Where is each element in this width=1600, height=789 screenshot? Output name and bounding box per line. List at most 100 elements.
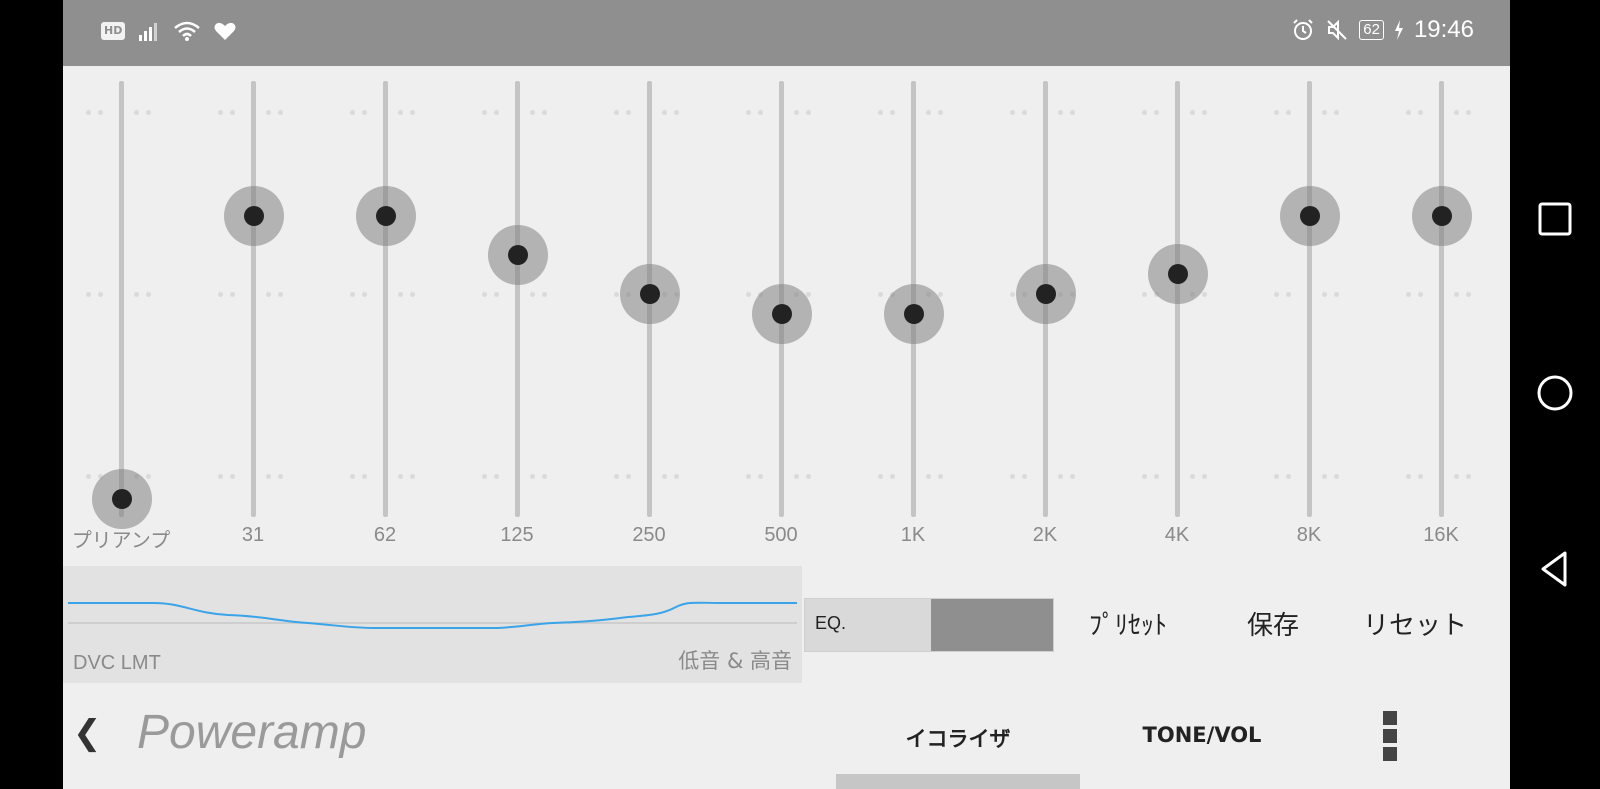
alarm-icon (1293, 19, 1313, 40)
eq-grid-dots (63, 292, 181, 298)
eq-band-label: 1K (900, 524, 926, 546)
eq-slider-knob[interactable] (752, 283, 812, 344)
eq-slider-knob[interactable] (92, 468, 152, 529)
eq-grid-dots (457, 110, 577, 116)
eq-slider-track[interactable] (515, 81, 520, 517)
eq-slider-track[interactable] (119, 81, 124, 517)
eq-slider-knob[interactable] (1280, 185, 1340, 246)
eq-grid-dots (1117, 110, 1237, 116)
eq-grid-dots (1381, 110, 1501, 116)
eq-grid-dots (193, 474, 313, 480)
eq-slider-track[interactable] (251, 81, 256, 517)
eq-grid-dots (985, 110, 1105, 116)
eq-grid-dots (589, 474, 709, 480)
eq-band-8K: 8K (1249, 66, 1369, 566)
eq-grid-dots (1381, 292, 1501, 298)
eq-band-label: 8K (1296, 524, 1322, 546)
mute-icon (1327, 19, 1347, 41)
eq-grid-dots (853, 110, 973, 116)
tab-tone-vol[interactable]: TONE/VOL (1080, 723, 1324, 747)
eq-grid-dots (457, 292, 577, 298)
eq-band-250: 250 (589, 66, 709, 566)
eq-grid-dots (589, 110, 709, 116)
eq-grid-dots (1249, 292, 1369, 298)
eq-slider-track[interactable] (383, 81, 388, 517)
eq-grid-dots (1381, 474, 1501, 480)
eq-band-2K: 2K (985, 66, 1105, 566)
eq-band-label: 125 (500, 524, 534, 546)
signal-icon (139, 23, 158, 41)
eq-slider-knob[interactable] (884, 283, 944, 344)
status-right-icons: 62 19:46 (1291, 16, 1474, 44)
reset-button[interactable]: リセット (1350, 605, 1480, 642)
charging-icon (1394, 20, 1403, 40)
status-left-icons: HD (101, 20, 237, 42)
eq-band-label: プリアンプ (71, 530, 171, 552)
eq-grid-dots (325, 474, 445, 480)
bottom-bar: ❮ Poweramp イコライザ TONE/VOL (63, 683, 1510, 789)
eq-band-125: 125 (457, 66, 577, 566)
eq-band-31: 31 (193, 66, 313, 566)
eq-slider-track[interactable] (1439, 81, 1444, 517)
eq-slider-knob[interactable] (620, 264, 680, 324)
eq-grid-dots (457, 474, 577, 480)
eq-grid-dots (721, 110, 841, 116)
eq-band-label: 31 (241, 524, 265, 546)
eq-band-label: 250 (632, 524, 666, 546)
clock: 19:46 (1413, 16, 1474, 43)
eq-curve-line (68, 601, 797, 629)
home-icon[interactable] (1532, 370, 1578, 416)
eq-band-16K: 16K (1381, 66, 1501, 566)
eq-slider-knob[interactable] (356, 185, 416, 246)
eq-band-label: 2K (1032, 524, 1058, 546)
heart-icon (214, 22, 236, 40)
more-vertical-icon[interactable] (1381, 711, 1399, 763)
eq-slider-track[interactable] (1307, 81, 1312, 517)
app-screen: HD 62 19:46 プリアンプ 31 62 125 250 500 1K 2… (63, 0, 1510, 789)
recents-icon[interactable] (1532, 196, 1578, 242)
eq-toggle-thumb (931, 599, 1053, 651)
app-title: Poweramp (137, 706, 367, 759)
eq-slider-knob[interactable] (1148, 244, 1208, 305)
eq-grid-dots (63, 110, 181, 116)
eq-grid-dots (1117, 474, 1237, 480)
status-bar: HD 62 19:46 (63, 0, 1510, 66)
eq-grid-dots (193, 292, 313, 298)
eq-band-1K: 1K (853, 66, 973, 566)
eq-slider-knob[interactable] (1412, 185, 1472, 246)
preset-button[interactable]: ﾌﾟﾘｾｯﾄ (1073, 605, 1183, 642)
eq-toggle-label: EQ. (815, 613, 847, 633)
tab-equalizer[interactable]: イコライザ (836, 723, 1080, 753)
eq-band-500: 500 (721, 66, 841, 566)
eq-curve-panel[interactable]: DVC LMT 低音 & 高音 (63, 566, 802, 683)
back-icon[interactable] (1532, 546, 1578, 592)
eq-band-62: 62 (325, 66, 445, 566)
eq-slider-knob[interactable] (224, 185, 284, 246)
eq-slider-knob[interactable] (1016, 264, 1076, 324)
hd-badge: HD (101, 22, 126, 40)
eq-grid-dots (853, 474, 973, 480)
bass-treble-label[interactable]: 低音 & 高音 (678, 645, 792, 675)
eq-band-4K: 4K (1117, 66, 1237, 566)
eq-band-label: 16K (1423, 524, 1459, 546)
eq-grid-dots (325, 292, 445, 298)
eq-grid-dots (1249, 474, 1369, 480)
eq-grid-dots (985, 474, 1105, 480)
battery-icon: 62 (1359, 20, 1384, 40)
active-tab-indicator (836, 774, 1080, 789)
equalizer-bands: プリアンプ 31 62 125 250 500 1K 2K 4K 8K 16K (63, 66, 1510, 566)
chevron-left-icon[interactable]: ❮ (73, 713, 102, 753)
eq-grid-dots (325, 110, 445, 116)
eq-grid-dots (721, 474, 841, 480)
wifi-icon (174, 21, 201, 41)
eq-grid-dots (193, 110, 313, 116)
eq-toggle-switch[interactable]: EQ. (804, 598, 1054, 652)
save-button[interactable]: 保存 (1213, 605, 1333, 642)
system-nav-bar (1510, 0, 1600, 789)
eq-slider-knob[interactable] (488, 224, 548, 285)
eq-band-label: 500 (764, 524, 798, 546)
dvc-limit-label[interactable]: DVC LMT (73, 652, 161, 675)
eq-band-プリアンプ: プリアンプ (63, 66, 181, 566)
eq-band-label: 4K (1164, 524, 1190, 546)
eq-grid-dots (1249, 110, 1369, 116)
